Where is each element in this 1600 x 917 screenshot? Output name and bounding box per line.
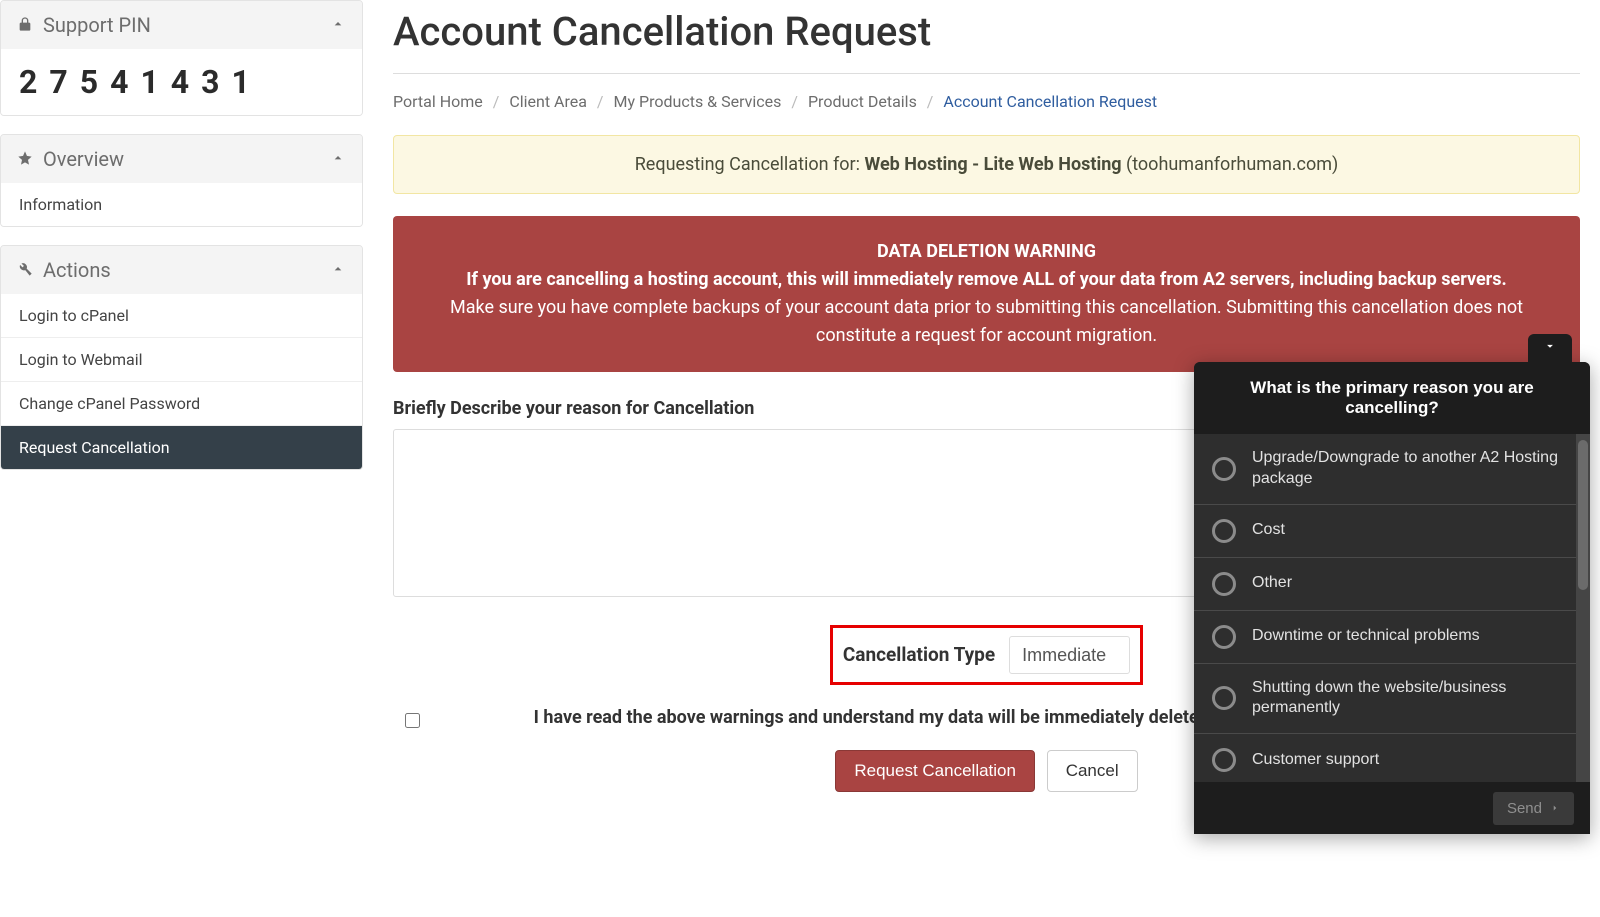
survey-option[interactable]: Cost xyxy=(1194,505,1590,558)
overview-title: Overview xyxy=(43,147,124,171)
chevron-up-icon xyxy=(330,13,346,37)
survey-question: What is the primary reason you are cance… xyxy=(1194,362,1590,434)
breadcrumb-separator: / xyxy=(791,92,798,111)
survey-options-list: Upgrade/Downgrade to another A2 Hosting … xyxy=(1194,434,1590,782)
info-alert-product: Web Hosting - Lite Web Hosting xyxy=(864,154,1121,175)
breadcrumb-separator: / xyxy=(927,92,934,111)
survey-scrollbar-track[interactable] xyxy=(1576,434,1590,782)
cancellation-type-label: Cancellation Type xyxy=(843,643,995,666)
survey-popup: What is the primary reason you are cance… xyxy=(1194,362,1590,834)
survey-option-label: Customer support xyxy=(1252,750,1562,771)
survey-scrollbar-thumb[interactable] xyxy=(1578,440,1588,590)
survey-footer: Send xyxy=(1194,782,1590,834)
survey-collapse-tab[interactable] xyxy=(1528,334,1572,362)
breadcrumb-current: Account Cancellation Request xyxy=(943,92,1157,111)
cancellation-type-box: Cancellation Type Immediate xyxy=(830,625,1143,685)
overview-panel: Overview Information xyxy=(0,134,363,227)
breadcrumb-product-details[interactable]: Product Details xyxy=(808,92,917,111)
chevron-up-icon xyxy=(330,147,346,171)
support-pin-title: Support PIN xyxy=(43,13,151,37)
star-icon xyxy=(17,147,33,171)
breadcrumb: Portal Home / Client Area / My Products … xyxy=(393,92,1580,111)
support-pin-header[interactable]: Support PIN xyxy=(1,1,362,49)
survey-option[interactable]: Shutting down the website/business perma… xyxy=(1194,664,1590,735)
cancellation-type-select[interactable]: Immediate xyxy=(1009,636,1130,674)
breadcrumb-client-area[interactable]: Client Area xyxy=(509,92,587,111)
survey-option-label: Other xyxy=(1252,573,1562,594)
overview-item-information[interactable]: Information xyxy=(1,183,362,226)
survey-option-label: Downtime or technical problems xyxy=(1252,626,1562,647)
warning-alert: DATA DELETION WARNING If you are cancell… xyxy=(393,216,1580,372)
actions-item-login-webmail[interactable]: Login to Webmail xyxy=(1,337,362,381)
survey-send-label: Send xyxy=(1507,800,1542,817)
request-cancellation-button[interactable]: Request Cancellation xyxy=(835,750,1035,792)
breadcrumb-my-products[interactable]: My Products & Services xyxy=(614,92,782,111)
page-title: Account Cancellation Request xyxy=(393,0,1580,74)
support-pin-panel: Support PIN 27541431 xyxy=(0,0,363,116)
confirm-checkbox[interactable] xyxy=(405,713,420,728)
actions-header[interactable]: Actions xyxy=(1,246,362,294)
survey-option[interactable]: Downtime or technical problems xyxy=(1194,611,1590,664)
actions-item-login-cpanel[interactable]: Login to cPanel xyxy=(1,294,362,337)
survey-option-label: Shutting down the website/business perma… xyxy=(1252,678,1562,720)
radio-icon xyxy=(1212,572,1236,596)
actions-title: Actions xyxy=(43,258,111,282)
radio-icon xyxy=(1212,519,1236,543)
actions-item-request-cancellation[interactable]: Request Cancellation xyxy=(1,425,362,469)
cancel-button[interactable]: Cancel xyxy=(1047,750,1138,792)
radio-icon xyxy=(1212,686,1236,710)
warning-line2: Make sure you have complete backups of y… xyxy=(450,297,1523,346)
breadcrumb-separator: / xyxy=(597,92,604,111)
lock-icon xyxy=(17,13,33,37)
survey-option[interactable]: Upgrade/Downgrade to another A2 Hosting … xyxy=(1194,434,1590,505)
radio-icon xyxy=(1212,625,1236,649)
chevron-down-icon xyxy=(1543,339,1557,357)
survey-option-label: Upgrade/Downgrade to another A2 Hosting … xyxy=(1252,448,1562,490)
radio-icon xyxy=(1212,457,1236,481)
radio-icon xyxy=(1212,748,1236,772)
survey-option[interactable]: Other xyxy=(1194,558,1590,611)
survey-option[interactable]: Customer support xyxy=(1194,734,1590,782)
chevron-right-icon xyxy=(1550,800,1560,817)
info-alert-domain: (toohumanforhuman.com) xyxy=(1122,154,1339,175)
breadcrumb-separator: / xyxy=(493,92,500,111)
info-alert: Requesting Cancellation for: Web Hosting… xyxy=(393,135,1580,194)
breadcrumb-portal-home[interactable]: Portal Home xyxy=(393,92,483,111)
overview-header[interactable]: Overview xyxy=(1,135,362,183)
actions-panel: Actions Login to cPanel Login to Webmail… xyxy=(0,245,363,470)
survey-send-button[interactable]: Send xyxy=(1493,792,1574,825)
survey-option-label: Cost xyxy=(1252,520,1562,541)
actions-item-change-password[interactable]: Change cPanel Password xyxy=(1,381,362,425)
warning-header: DATA DELETION WARNING xyxy=(421,238,1552,266)
support-pin-value: 27541431 xyxy=(1,49,362,115)
wrench-icon xyxy=(17,258,33,282)
info-alert-prefix: Requesting Cancellation for: xyxy=(635,154,865,175)
warning-line1: If you are cancelling a hosting account,… xyxy=(421,266,1552,294)
chevron-up-icon xyxy=(330,258,346,282)
